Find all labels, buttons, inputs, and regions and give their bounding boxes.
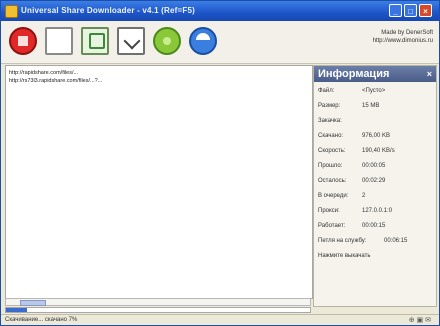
info-panel-header: Информация × xyxy=(314,66,436,82)
info-value: 00:00:05 xyxy=(362,163,386,169)
info-value: <Пусто> xyxy=(362,88,386,94)
info-label: Скачано: xyxy=(318,133,344,139)
info-panel: Информация × Файл: <Пусто> Размер: 15 MB… xyxy=(313,65,437,307)
app-window: Universal Share Downloader - v4.1 (Ref=F… xyxy=(0,0,440,326)
info-label: Петля на службу: xyxy=(318,238,367,244)
info-value: 2 xyxy=(362,193,366,199)
edit-button[interactable] xyxy=(117,27,145,55)
info-value: 976,00 KB xyxy=(362,133,391,139)
toolbar: Made by DenerSoft http://www.dimonius.ru xyxy=(1,21,439,64)
log-line: http://rapidshare.com/files/... xyxy=(9,70,79,76)
status-text: Скачивание... скачано 7% xyxy=(5,317,78,323)
download-progress-bar xyxy=(5,307,311,313)
tray-icons: ⊕ ▣ ✉ xyxy=(408,317,431,324)
scrollbar-thumb[interactable] xyxy=(20,300,46,306)
window-title: Universal Share Downloader - v4.1 (Ref=F… xyxy=(21,6,196,15)
log-line: http://rs73l3.rapidshare.com/files/...?.… xyxy=(9,78,103,84)
info-label: Закачка: xyxy=(318,118,342,124)
maximize-button[interactable]: □ xyxy=(404,4,417,17)
info-label: Размер: xyxy=(318,103,341,109)
app-icon xyxy=(5,5,18,18)
made-by-name: Made by DenerSoft xyxy=(381,30,433,36)
close-button[interactable]: × xyxy=(419,4,432,17)
title-bar: Universal Share Downloader - v4.1 (Ref=F… xyxy=(1,1,439,21)
progress-fill xyxy=(6,308,28,312)
info-value: 190,40 KB/s xyxy=(362,148,395,154)
info-value: 127.0.0.1:0 xyxy=(362,208,393,214)
made-by-credit: Made by DenerSoft http://www.dimonius.ru xyxy=(373,29,433,45)
info-panel-title: Информация xyxy=(318,68,390,80)
info-label: Файл: xyxy=(318,88,335,94)
info-label: Нажмите выкачать xyxy=(318,253,371,259)
info-value: 00:02:29 xyxy=(362,178,386,184)
horizontal-scrollbar[interactable] xyxy=(5,298,311,306)
info-label: Скорость: xyxy=(318,148,346,154)
close-icon[interactable]: × xyxy=(427,66,432,82)
info-value: 15 MB xyxy=(362,103,380,109)
save-button[interactable] xyxy=(81,27,109,55)
info-label: Работает: xyxy=(318,223,346,229)
info-label: Осталось: xyxy=(318,178,347,184)
made-by-url[interactable]: http://www.dimonius.ru xyxy=(373,37,433,45)
minimize-button[interactable]: _ xyxy=(389,4,402,17)
info-value: 00:00:15 xyxy=(362,223,386,229)
status-bar: Скачивание... скачано 7% ⊕ ▣ ✉ xyxy=(1,314,439,325)
info-label: В очереди: xyxy=(318,193,349,199)
new-page-button[interactable] xyxy=(45,27,73,55)
info-value: 00:06:15 xyxy=(384,238,408,244)
settings-button[interactable] xyxy=(189,27,217,55)
info-label: Прошло: xyxy=(318,163,343,169)
stop-button[interactable] xyxy=(9,27,37,55)
start-button[interactable] xyxy=(153,27,181,55)
log-area[interactable]: http://rapidshare.com/files/... http://r… xyxy=(5,65,313,299)
info-label: Прокси: xyxy=(318,208,340,214)
